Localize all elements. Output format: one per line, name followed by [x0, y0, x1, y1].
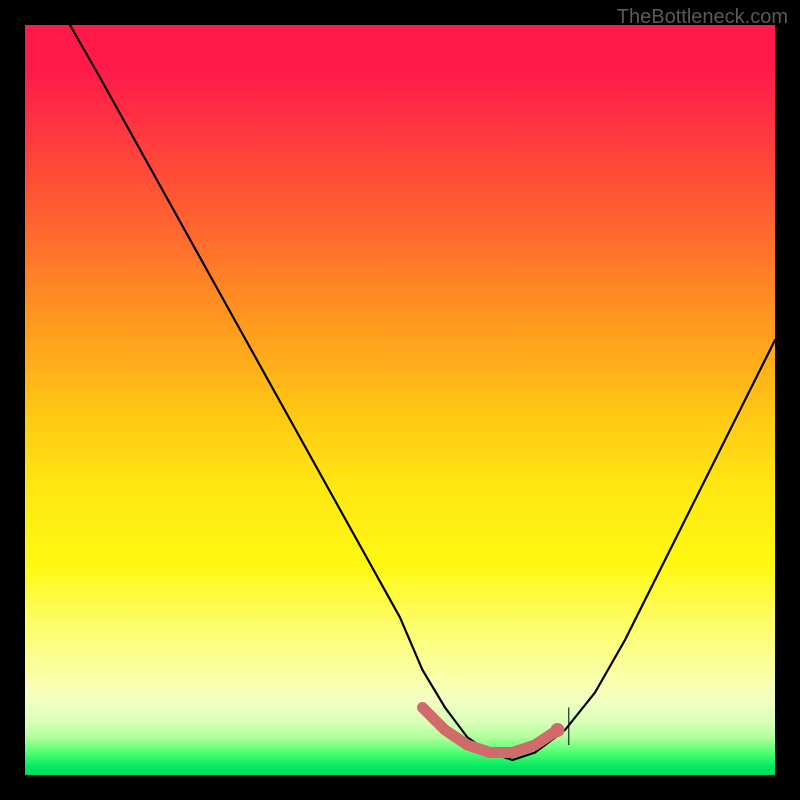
chart-svg: [25, 25, 775, 775]
chart-plot-area: [25, 25, 775, 775]
chart-accent-segment: [423, 708, 558, 753]
watermark-label: TheBottleneck.com: [617, 6, 788, 29]
chart-main-curve: [70, 25, 775, 760]
chart-accent-dot: [551, 723, 565, 737]
